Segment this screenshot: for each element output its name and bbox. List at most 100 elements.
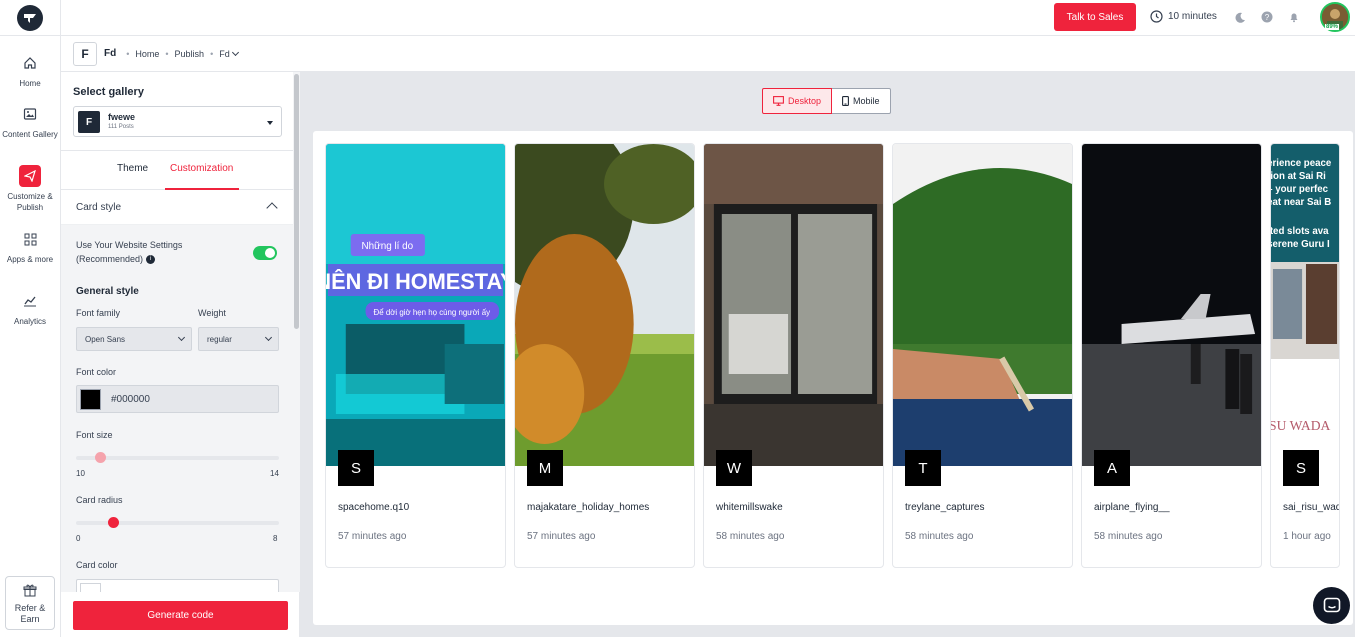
card-timestamp: 57 minutes ago — [527, 531, 596, 542]
post-card[interactable]: M majakatare_holiday_homes 57 minutes ag… — [514, 143, 695, 568]
chevron-down-icon[interactable] — [231, 48, 239, 56]
send-icon — [19, 165, 41, 187]
font-family-label: Font family — [76, 308, 121, 318]
settings-panel: Select gallery F fwewe 111 Posts Theme C… — [61, 72, 300, 637]
overlay-text: serene Guru I — [1271, 239, 1330, 250]
rail-item-customize-publish[interactable]: Customize & Publish — [0, 165, 60, 213]
tab-theme[interactable]: Theme — [117, 163, 148, 174]
breadcrumb-separator: • — [210, 48, 214, 59]
font-color-label: Font color — [76, 367, 117, 377]
rail-item-analytics[interactable]: Analytics — [0, 290, 60, 327]
post-card[interactable]: A airplane_flying__ 58 minutes ago — [1081, 143, 1262, 568]
card-username[interactable]: sai_risu_wad — [1283, 502, 1339, 513]
font-color-swatch[interactable] — [80, 389, 101, 410]
overlay-text: – your perfec — [1271, 184, 1329, 195]
gallery-badge: F — [73, 41, 97, 66]
bell-icon[interactable] — [1286, 9, 1302, 25]
overlay-text: ited slots ava — [1271, 226, 1329, 237]
left-rail: Home Content Gallery Customize & Publish… — [0, 0, 61, 637]
svg-text:?: ? — [1265, 13, 1270, 22]
weight-label: Weight — [198, 308, 226, 318]
card-timestamp: 58 minutes ago — [716, 531, 785, 542]
top-bar: Talk to Sales 10 minutes ? 89% — [61, 0, 1355, 36]
card-username[interactable]: treylane_captures — [905, 502, 985, 513]
overlay-text: erience peace — [1271, 158, 1332, 169]
card-username[interactable]: spacehome.q10 — [338, 502, 409, 513]
overlay-text: Những lí do — [361, 241, 413, 252]
font-size-slider-thumb[interactable] — [95, 452, 107, 463]
post-card[interactable]: T treylane_captures 58 minutes ago — [892, 143, 1073, 568]
mobile-label: Mobile — [853, 96, 880, 106]
generate-code-button[interactable]: Generate code — [73, 601, 288, 630]
card-avatar: W — [716, 450, 752, 486]
chart-icon — [19, 290, 41, 312]
dark-mode-icon[interactable] — [1232, 9, 1248, 25]
gallery-select-posts: 111 Posts — [108, 124, 134, 130]
profile-progress: 89% — [1325, 24, 1340, 30]
logo-icon — [17, 4, 43, 31]
rail-item-label: Home — [19, 79, 41, 88]
breadcrumb-home[interactable]: Home — [135, 49, 159, 59]
panel-tabs: Theme Customization — [61, 150, 293, 190]
grid-icon — [19, 228, 41, 250]
chevron-down-icon — [264, 333, 273, 342]
chat-icon — [1323, 597, 1340, 613]
tab-customization[interactable]: Customization — [170, 163, 233, 174]
mobile-icon — [842, 96, 849, 106]
card-avatar: S — [1283, 450, 1319, 486]
card-username[interactable]: airplane_flying__ — [1094, 502, 1170, 513]
gallery-select[interactable]: F fwewe 111 Posts — [73, 106, 282, 137]
post-card[interactable]: erience peace tion at Sai Ri – your perf… — [1270, 143, 1340, 568]
device-toggle: Desktop Mobile — [762, 88, 891, 114]
weight-value: regular — [207, 335, 232, 344]
app-logo[interactable] — [0, 0, 60, 36]
clock-icon — [1150, 10, 1163, 23]
breadcrumb-publish[interactable]: Publish — [175, 49, 205, 59]
desktop-button[interactable]: Desktop — [762, 88, 833, 114]
rail-item-home[interactable]: Home — [0, 52, 60, 89]
overlay-text: eat near Sai B — [1271, 197, 1331, 208]
font-size-min: 10 — [76, 469, 85, 478]
rail-item-label: Content Gallery — [2, 130, 58, 139]
card-radius-slider-thumb[interactable] — [107, 517, 119, 528]
refer-earn-button[interactable]: Refer & Earn — [5, 576, 55, 630]
rail-item-content-gallery[interactable]: Content Gallery — [0, 103, 60, 140]
chevron-down-icon — [177, 333, 186, 342]
website-settings-label: Use Your Website Settings (Recommended) — [76, 240, 183, 264]
general-style-title: General style — [76, 286, 139, 297]
card-style-header[interactable]: Card style — [61, 190, 293, 225]
preview-area: Desktop Mobile Những lí do ÊN ĐI HOMESTA… — [300, 72, 1355, 637]
card-username[interactable]: majakatare_holiday_homes — [527, 502, 649, 513]
card-timestamp: 1 hour ago — [1283, 531, 1331, 542]
card-radius-slider[interactable] — [76, 521, 279, 525]
chat-button[interactable] — [1313, 587, 1350, 624]
panel-scrollbar-thumb[interactable] — [294, 74, 299, 329]
post-card[interactable]: W whitemillswake 58 minutes ago — [703, 143, 884, 568]
post-card[interactable]: Những lí do NÊN ĐI HOMESTAY Để dời giờ h… — [325, 143, 506, 568]
info-icon: i — [146, 255, 156, 265]
card-row: Những lí do NÊN ĐI HOMESTAY Để dời giờ h… — [325, 143, 1340, 568]
post-image: Những lí do NÊN ĐI HOMESTAY Để dời giờ h… — [326, 144, 505, 466]
website-settings-toggle[interactable] — [253, 246, 277, 260]
rail-item-label: Customize & Publish — [7, 192, 53, 212]
post-image — [515, 144, 694, 466]
font-color-field[interactable]: #000000 — [76, 385, 279, 413]
card-radius-label: Card radius — [76, 495, 123, 505]
card-timestamp: 57 minutes ago — [338, 531, 407, 542]
font-size-slider[interactable] — [76, 456, 279, 460]
talk-to-sales-button[interactable]: Talk to Sales — [1054, 3, 1136, 31]
weight-select[interactable]: regular — [198, 327, 279, 351]
breadcrumb-separator: • — [165, 48, 169, 59]
gift-icon — [6, 583, 54, 600]
rail-item-apps[interactable]: Apps & more — [0, 228, 60, 265]
font-size-max: 14 — [270, 469, 279, 478]
card-timestamp: 58 minutes ago — [1094, 531, 1163, 542]
card-username[interactable]: whitemillswake — [716, 502, 783, 513]
select-gallery-title: Select gallery — [73, 86, 144, 98]
trial-timer: 10 minutes — [1150, 10, 1217, 23]
breadcrumb-current[interactable]: Fd — [219, 49, 230, 59]
overlay-text: Để dời giờ hẹn họ cùng người ấy — [374, 308, 491, 317]
mobile-button[interactable]: Mobile — [832, 88, 891, 114]
font-family-select[interactable]: Open Sans — [76, 327, 192, 351]
help-icon[interactable]: ? — [1259, 9, 1275, 25]
